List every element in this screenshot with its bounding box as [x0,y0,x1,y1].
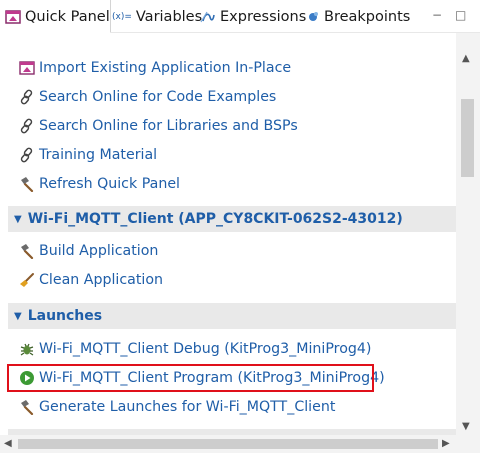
list-item-search-code-examples[interactable]: Search Online for Code Examples [18,85,276,109]
link-icon [18,146,36,164]
section-header-application[interactable]: ▼ Wi-Fi_MQTT_Client (APP_CY8CKIT-062S2-4… [8,206,456,232]
list-item-build-application[interactable]: Build Application [18,239,158,263]
tab-expressions[interactable]: Expressions [200,0,306,33]
vertical-scroll-thumb[interactable] [461,99,474,177]
list-item-clean-application[interactable]: Clean Application [18,268,163,292]
scroll-down-arrow-icon[interactable]: ▼ [462,421,470,432]
collapse-triangle-icon[interactable]: ▼ [14,214,22,225]
expressions-icon [200,9,216,25]
item-label: Clean Application [39,272,164,288]
list-item-training-material[interactable]: Training Material [18,143,157,167]
item-label: Generate Launches for Wi-Fi_MQTT_Client [39,399,336,415]
section-title: Wi-Fi_MQTT_Client (APP_CY8CKIT-062S2-430… [27,211,403,227]
maximize-button[interactable]: □ [455,8,466,22]
vertical-scrollbar[interactable]: ▲ ▼ [456,33,480,435]
tab-variables[interactable]: (x)= Variables [112,0,202,33]
item-label: Build Application [39,243,159,259]
import-icon [18,59,36,77]
hammer-icon [18,242,36,260]
item-label: Refresh Quick Panel [39,176,180,192]
variables-icon: (x)= [112,11,132,22]
item-label: Search Online for Code Examples [39,89,277,105]
link-icon [18,88,36,106]
scroll-up-arrow-icon[interactable]: ▲ [462,53,470,64]
quick-panel-content: Import Existing Application In-Place Sea… [0,33,456,435]
tab-label: Quick Panel [25,8,110,25]
hammer-icon [18,175,36,193]
tab-label: Breakpoints [324,8,411,25]
tab-quick-panel[interactable]: Quick Panel [0,0,111,33]
horizontal-scrollbar[interactable]: ◀ ▶ [0,435,456,453]
scroll-right-arrow-icon[interactable]: ▶ [442,438,450,449]
broom-icon [18,271,36,289]
section-header-launches[interactable]: ▼ Launches [8,303,456,329]
tab-label: Expressions [220,8,307,25]
section-title: Launches [27,308,103,324]
list-item-refresh-quick-panel[interactable]: Refresh Quick Panel [18,172,180,196]
horizontal-scroll-thumb[interactable] [18,439,438,449]
tab-breakpoints[interactable]: Breakpoints [306,0,410,33]
hammer-icon [18,398,36,416]
scroll-left-arrow-icon[interactable]: ◀ [4,438,12,449]
tab-label: Variables [135,8,203,25]
quick-panel-icon [5,9,21,25]
breakpoints-icon [306,10,320,24]
highlight-box [7,364,374,392]
minimize-button[interactable]: − [432,8,442,22]
debug-bug-icon [18,340,36,358]
link-icon [18,117,36,135]
view-tab-bar: Quick Panel (x)= Variables Expressions B… [0,0,480,33]
item-label: Import Existing Application In-Place [39,60,292,76]
item-label: Search Online for Libraries and BSPs [39,118,298,134]
list-item-import[interactable]: Import Existing Application In-Place [18,56,291,80]
collapse-triangle-icon[interactable]: ▼ [14,311,22,322]
item-label: Wi-Fi_MQTT_Client Debug (KitProg3_MiniPr… [39,341,372,357]
scrollbar-corner [456,435,480,453]
list-item-debug-launch[interactable]: Wi-Fi_MQTT_Client Debug (KitProg3_MiniPr… [18,337,371,361]
list-item-generate-launches[interactable]: Generate Launches for Wi-Fi_MQTT_Client [18,395,335,419]
list-item-search-libraries[interactable]: Search Online for Libraries and BSPs [18,114,298,138]
item-label: Training Material [39,147,158,163]
